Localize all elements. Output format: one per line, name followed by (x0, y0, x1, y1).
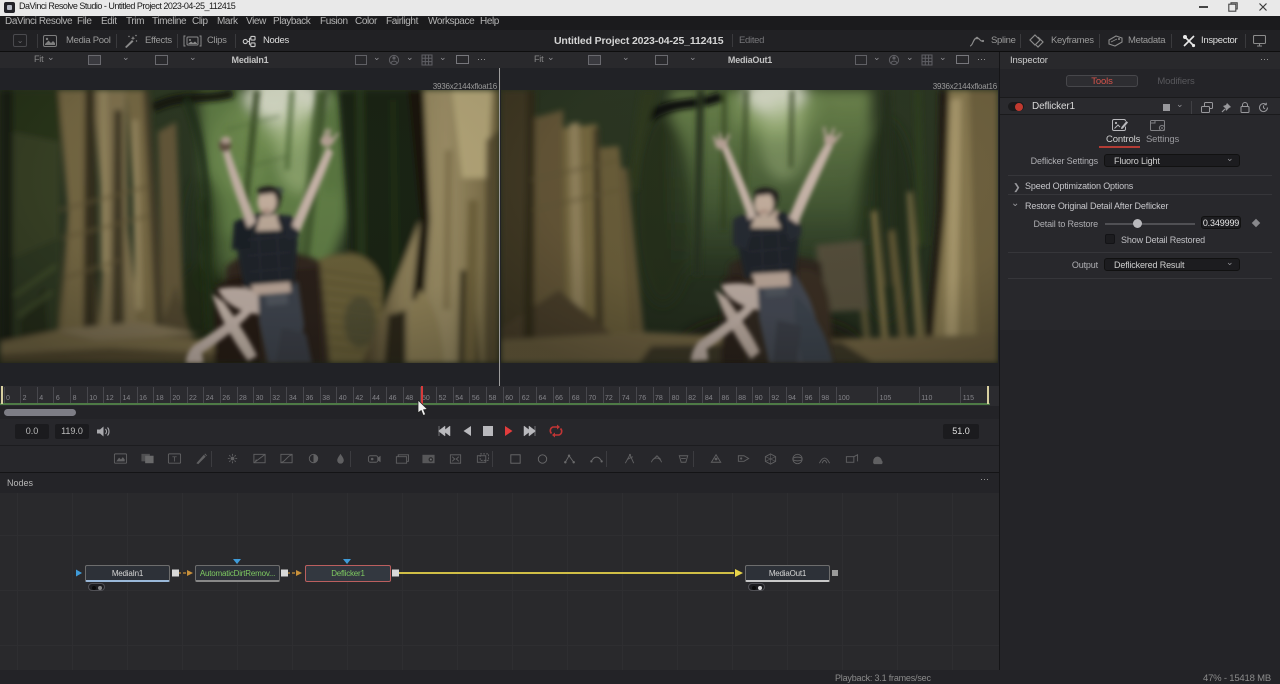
svg-text:T: T (172, 454, 177, 463)
